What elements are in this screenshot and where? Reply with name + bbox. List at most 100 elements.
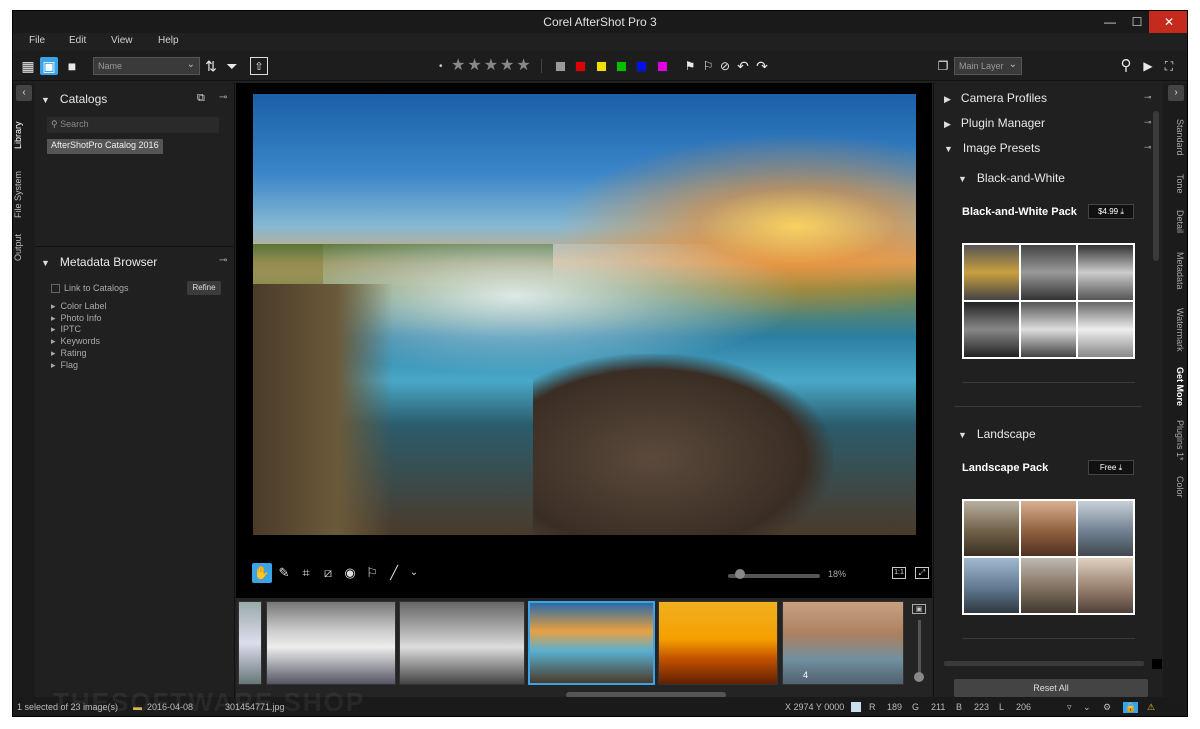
filmstrip-thumb[interactable]	[399, 601, 525, 685]
pin-icon[interactable]: ⊸	[1144, 117, 1152, 128]
metadata-item[interactable]: ▸ Color Label	[51, 301, 107, 312]
metadata-item[interactable]: ▸ Photo Info	[51, 313, 102, 324]
catalogs-header[interactable]: ▼ Catalogs	[41, 92, 107, 106]
tab-tone[interactable]: Tone	[1167, 169, 1185, 199]
link-catalogs-checkbox[interactable]: Link to Catalogs	[51, 283, 129, 294]
crop-icon[interactable]: ⌗	[296, 563, 316, 583]
preset-thumb[interactable]	[964, 501, 1019, 556]
preset-thumb[interactable]	[1021, 501, 1076, 556]
preset-thumb[interactable]	[964, 302, 1019, 357]
color-label-gray[interactable]	[555, 61, 566, 72]
reset-all-button[interactable]: Reset All	[954, 679, 1148, 697]
preset-thumb[interactable]	[964, 245, 1019, 300]
color-label-red[interactable]	[575, 61, 586, 72]
filmstrip-thumb[interactable]	[238, 601, 262, 685]
eyedropper-icon[interactable]: ✎	[274, 563, 294, 583]
tab-get-more[interactable]: Get More	[1167, 365, 1185, 409]
color-label-blue[interactable]	[636, 61, 647, 72]
menu-help[interactable]: Help	[158, 35, 179, 46]
pin-icon[interactable]: ⊸	[219, 255, 227, 266]
tab-detail[interactable]: Detail	[1167, 205, 1185, 239]
layer-select[interactable]: Main Layer ⌄	[954, 57, 1022, 75]
settings-icon[interactable]: ⚙	[1103, 702, 1111, 713]
search-icon[interactable]: ⚲	[1117, 57, 1135, 75]
thumb-size-handle[interactable]	[914, 672, 924, 682]
lock-icon[interactable]: 🔒	[1123, 702, 1139, 713]
pin-icon[interactable]: ⊸	[1144, 92, 1152, 103]
subsection-black-and-white[interactable]: ▼ Black-and-White	[958, 171, 1065, 185]
filmstrip-thumb[interactable]	[658, 601, 778, 685]
section-camera-profiles[interactable]: ▶ Camera Profiles	[944, 91, 1047, 105]
landscape-price-button[interactable]: Free ⤓	[1088, 460, 1134, 475]
menu-view[interactable]: View	[111, 35, 133, 46]
straighten-icon[interactable]: ⧄	[318, 563, 338, 583]
flag-pick-icon[interactable]: ⚑	[681, 57, 699, 75]
preset-thumb[interactable]	[1078, 302, 1133, 357]
tab-file-system[interactable]: File System	[13, 165, 35, 223]
panel-v-scrollbar[interactable]	[1153, 111, 1159, 261]
flag-clear-icon[interactable]: ⊘	[716, 57, 734, 75]
rotate-right-icon[interactable]: ↷	[753, 57, 771, 75]
collapse-right-icon[interactable]: ›	[1168, 85, 1184, 101]
metadata-item[interactable]: ▸ Keywords	[51, 336, 100, 347]
single-view-icon[interactable]: ■	[63, 57, 81, 75]
bw-price-button[interactable]: $4.99 ⤓	[1088, 204, 1134, 219]
menu-file[interactable]: File	[29, 35, 45, 46]
main-photo[interactable]	[253, 94, 916, 535]
preset-thumb[interactable]	[1078, 558, 1133, 613]
warning-icon[interactable]: ⚠	[1147, 702, 1155, 713]
tab-library[interactable]: Library	[13, 113, 35, 157]
color-label-magenta[interactable]	[657, 61, 668, 72]
preset-thumb[interactable]	[1078, 245, 1133, 300]
sort-order-icon[interactable]: ⇅	[202, 57, 220, 75]
menu-edit[interactable]: Edit	[69, 35, 86, 46]
catalog-search-input[interactable]: ⚲ Search	[47, 117, 219, 133]
star-rating[interactable]: ★★★★★	[451, 55, 533, 75]
bw-preset-previews[interactable]	[962, 243, 1135, 359]
flag-reject-icon[interactable]: ⚐	[699, 57, 717, 75]
export-icon[interactable]: ⇧	[250, 57, 268, 75]
filter-icon[interactable]: ⏷	[223, 57, 241, 75]
preset-thumb[interactable]	[1021, 245, 1076, 300]
panel-h-scrollbar[interactable]	[944, 661, 1144, 666]
section-image-presets[interactable]: ▼ Image Presets	[944, 141, 1040, 155]
preset-thumb[interactable]	[1021, 558, 1076, 613]
maximize-button[interactable]: ☐	[1123, 11, 1151, 33]
filmstrip-thumb[interactable]	[266, 601, 396, 685]
preset-thumb[interactable]	[1021, 302, 1076, 357]
metadata-item[interactable]: ▸ Rating	[51, 348, 87, 359]
filmstrip-thumb-selected[interactable]	[528, 601, 655, 685]
tab-metadata[interactable]: Metadata	[1167, 247, 1185, 295]
heal-icon[interactable]: ⚐	[362, 563, 382, 583]
refine-button[interactable]: Refine	[187, 281, 221, 295]
redeye-icon[interactable]: ◉	[340, 563, 360, 583]
tab-plugins[interactable]: Plugins 1*	[1167, 415, 1185, 465]
zoom-slider-handle[interactable]	[735, 569, 745, 579]
split-view-icon[interactable]: ▣	[40, 57, 58, 75]
fit-screen-icon[interactable]: ⤢	[915, 567, 929, 579]
collapse-left-icon[interactable]: ‹	[16, 85, 32, 101]
close-button[interactable]: ✕	[1149, 11, 1187, 33]
thumb-size-slider[interactable]	[918, 620, 921, 678]
tab-watermark[interactable]: Watermark	[1167, 301, 1185, 359]
color-label-yellow[interactable]	[596, 61, 607, 72]
new-catalog-icon[interactable]: ⧉	[197, 92, 205, 105]
tab-standard[interactable]: Standard	[1167, 115, 1185, 159]
filmstrip-thumb[interactable]: 4	[782, 601, 904, 685]
filter-status-icon[interactable]: ▿	[1067, 702, 1072, 713]
copy-layer-icon[interactable]: ❐	[934, 57, 952, 75]
rating-clear-icon[interactable]: •	[439, 61, 443, 72]
preset-thumb[interactable]	[1078, 501, 1133, 556]
landscape-preset-previews[interactable]	[962, 499, 1135, 615]
grid-view-icon[interactable]: ▦	[19, 57, 37, 75]
tab-output[interactable]: Output	[13, 229, 35, 265]
chevron-down-icon[interactable]: ⌄	[404, 563, 424, 583]
tab-color[interactable]: Color	[1167, 471, 1185, 503]
rotate-left-icon[interactable]: ↶	[734, 57, 752, 75]
thumb-size-icon[interactable]: ▣	[912, 604, 926, 614]
one-to-one-button[interactable]: 1:1	[892, 567, 906, 579]
chevron-down-icon[interactable]: ⌄	[1083, 702, 1091, 713]
slideshow-icon[interactable]: ▶	[1139, 57, 1157, 75]
metadata-header[interactable]: ▼ Metadata Browser	[41, 255, 157, 269]
metadata-item[interactable]: ▸ Flag	[51, 360, 78, 371]
